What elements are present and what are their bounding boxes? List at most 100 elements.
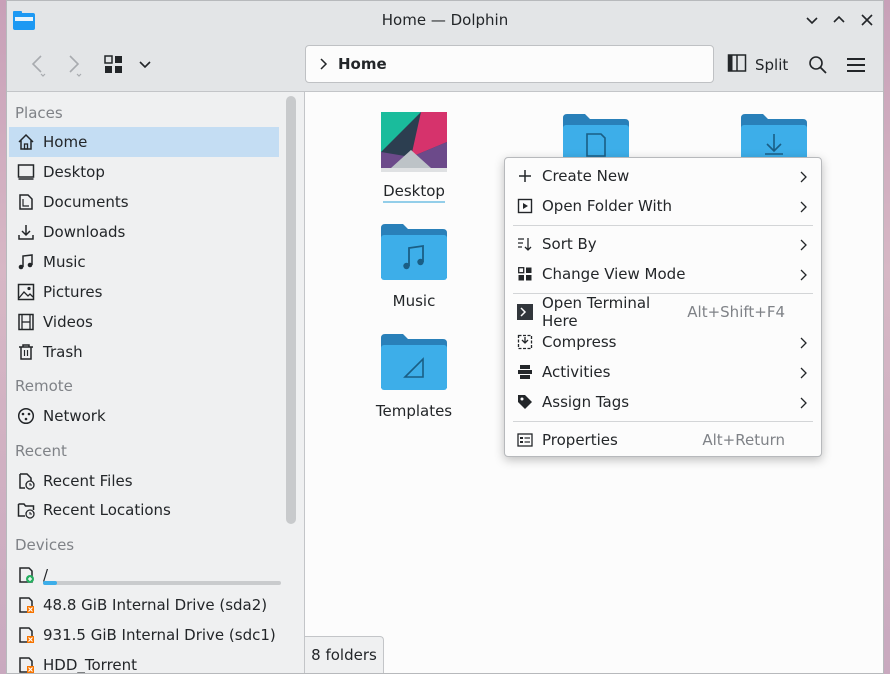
menu-separator bbox=[513, 421, 813, 422]
folder-desktop[interactable]: Desktop bbox=[349, 112, 479, 203]
properties-icon bbox=[515, 430, 535, 450]
menu-shortcut: Alt+Shift+F4 bbox=[687, 303, 785, 321]
menu-item-label: Change View Mode bbox=[542, 265, 686, 283]
close-icon[interactable] bbox=[856, 9, 878, 31]
view-mode-icon bbox=[515, 264, 535, 284]
sidebar-item-recent-files[interactable]: Recent Files bbox=[9, 466, 279, 496]
drive-icon bbox=[15, 654, 37, 673]
minimize-icon[interactable] bbox=[801, 9, 823, 31]
sidebar-item-music[interactable]: Music bbox=[9, 247, 279, 277]
drive-root-icon bbox=[15, 564, 37, 586]
folder-templates[interactable]: Templates bbox=[349, 332, 479, 420]
sidebar-item-label: Documents bbox=[43, 193, 129, 211]
sidebar-item-pictures[interactable]: Pictures bbox=[9, 277, 279, 307]
menu-item-label: Activities bbox=[542, 363, 611, 381]
split-view-icon bbox=[727, 53, 747, 77]
menu-item-label: Sort By bbox=[542, 235, 597, 253]
drive-icon bbox=[15, 624, 37, 646]
menu-item-sort-by[interactable]: Sort By bbox=[505, 229, 821, 259]
sidebar-item-home[interactable]: Home bbox=[9, 127, 279, 157]
menu-item-activities[interactable]: Activities bbox=[505, 357, 821, 387]
breadcrumb-chevron-icon[interactable] bbox=[318, 57, 328, 71]
sidebar-item-label: HDD_Torrent bbox=[43, 656, 138, 674]
root-usage-fill bbox=[43, 581, 58, 585]
downloads-icon bbox=[15, 221, 37, 243]
menu-item-label: Compress bbox=[542, 333, 617, 351]
sidebar-item-desktop[interactable]: Desktop bbox=[9, 157, 279, 187]
search-icon[interactable] bbox=[805, 50, 831, 80]
view-mode-dropdown-icon[interactable] bbox=[133, 50, 157, 80]
menu-item-label: Properties bbox=[542, 431, 618, 449]
sidebar-item-label: 48.8 GiB Internal Drive (sda2) bbox=[43, 596, 268, 614]
maximize-icon[interactable] bbox=[828, 9, 850, 31]
submenu-arrow-icon bbox=[799, 199, 807, 217]
sidebar-item-label: Trash bbox=[43, 343, 83, 361]
menu-item-label: Open Folder With bbox=[542, 197, 673, 215]
drive-icon bbox=[15, 594, 37, 616]
sidebar-scrollbar[interactable] bbox=[286, 96, 296, 524]
toolbar: Home Split bbox=[7, 41, 883, 92]
context-menu: Create New Open Folder With Sort By Chan… bbox=[504, 157, 822, 457]
sidebar-item-label: Downloads bbox=[43, 223, 126, 241]
menu-item-properties[interactable]: Properties Alt+Return bbox=[505, 425, 821, 455]
hamburger-menu-icon[interactable] bbox=[843, 50, 869, 80]
sidebar-item-downloads[interactable]: Downloads bbox=[9, 217, 279, 247]
submenu-arrow-icon bbox=[799, 395, 807, 413]
sidebar-item-sda2[interactable]: 48.8 GiB Internal Drive (sda2) bbox=[9, 590, 279, 620]
sidebar-item-network[interactable]: Network bbox=[9, 401, 279, 431]
open-with-icon bbox=[515, 196, 535, 216]
compress-icon bbox=[515, 332, 535, 352]
tag-icon bbox=[515, 392, 535, 412]
videos-icon bbox=[15, 311, 37, 333]
location-bar[interactable]: Home bbox=[305, 45, 714, 83]
menu-item-assign-tags[interactable]: Assign Tags bbox=[505, 387, 821, 417]
menu-item-change-view-mode[interactable]: Change View Mode bbox=[505, 259, 821, 289]
forward-icon[interactable] bbox=[59, 50, 89, 80]
submenu-arrow-icon bbox=[799, 365, 807, 383]
menu-item-label: Open Terminal Here bbox=[542, 294, 651, 330]
menu-separator bbox=[513, 225, 813, 226]
recent-header: Recent bbox=[15, 442, 67, 460]
trash-icon bbox=[15, 341, 37, 363]
split-button[interactable]: Split bbox=[727, 50, 788, 80]
folder-music[interactable]: Music bbox=[349, 222, 479, 310]
sidebar-item-videos[interactable]: Videos bbox=[9, 307, 279, 337]
pictures-icon bbox=[15, 281, 37, 303]
documents-icon bbox=[15, 191, 37, 213]
menu-item-open-folder-with[interactable]: Open Folder With bbox=[505, 191, 821, 221]
back-icon[interactable] bbox=[23, 50, 53, 80]
remote-header: Remote bbox=[15, 377, 73, 395]
window-title: Home — Dolphin bbox=[381, 11, 509, 29]
submenu-arrow-icon bbox=[799, 237, 807, 255]
sidebar-item-label: Home bbox=[43, 133, 88, 151]
devices-header: Devices bbox=[15, 536, 75, 554]
sidebar-item-root[interactable]: / bbox=[9, 560, 279, 590]
sidebar-item-sdc1[interactable]: 931.5 GiB Internal Drive (sdc1) bbox=[9, 620, 279, 650]
menu-shortcut: Alt+Return bbox=[702, 431, 785, 449]
breadcrumb-home[interactable]: Home bbox=[338, 55, 387, 73]
folder-icon bbox=[381, 332, 447, 392]
status-bar: 8 folders bbox=[305, 636, 384, 673]
sidebar-item-recent-locations[interactable]: Recent Locations bbox=[9, 495, 279, 525]
folder-icon bbox=[381, 222, 447, 282]
sidebar-item-trash[interactable]: Trash bbox=[9, 337, 279, 367]
desktop-wallpaper-thumbnail bbox=[381, 112, 447, 172]
menu-item-label: Assign Tags bbox=[542, 393, 630, 411]
menu-item-create-new[interactable]: Create New bbox=[505, 161, 821, 191]
sidebar-item-label: Music bbox=[43, 253, 86, 271]
split-label: Split bbox=[755, 56, 789, 74]
submenu-arrow-icon bbox=[799, 267, 807, 285]
menu-item-open-terminal-here[interactable]: Open Terminal Here Alt+Shift+F4 bbox=[505, 294, 821, 330]
music-icon bbox=[15, 251, 37, 273]
sidebar-item-hdd-torrent[interactable]: HDD_Torrent bbox=[9, 650, 279, 674]
sidebar-item-documents[interactable]: Documents bbox=[9, 187, 279, 217]
recent-files-icon bbox=[15, 470, 37, 492]
menu-item-compress[interactable]: Compress bbox=[505, 327, 821, 357]
terminal-icon bbox=[515, 302, 535, 322]
submenu-arrow-icon bbox=[799, 335, 807, 353]
sidebar-item-label: Recent Files bbox=[43, 472, 133, 490]
sidebar-item-label: 931.5 GiB Internal Drive (sdc1) bbox=[43, 626, 276, 644]
root-usage-bar bbox=[43, 581, 281, 585]
sidebar-item-label: Desktop bbox=[43, 163, 105, 181]
view-mode-icon[interactable] bbox=[101, 50, 127, 80]
